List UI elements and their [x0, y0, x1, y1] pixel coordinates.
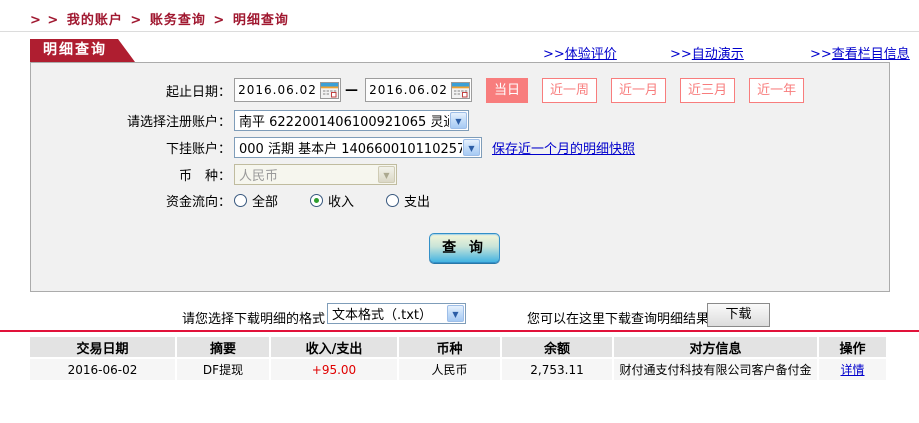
- radio-unchecked-icon[interactable]: [386, 193, 400, 207]
- fund-flow-option-expense-label: 支出: [404, 194, 431, 210]
- currency-select: 人民币 ▼: [234, 163, 397, 185]
- cell-counterparty: 财付通支付科技有限公司客户备付金: [613, 357, 819, 380]
- chevron-down-icon[interactable]: ▼: [463, 139, 480, 156]
- quick-range-week-button[interactable]: 近一周: [542, 77, 598, 103]
- register-account-value: 南平 6222001406100921065 灵通卡: [239, 115, 449, 130]
- query-form-panel: 起止日期： 2016.06.02 — 2016.06.02 当日 近一周 近一月…: [30, 62, 890, 292]
- chevron-down-icon[interactable]: ▼: [450, 112, 467, 129]
- download-format-label: 请您选择下载明细的格式: [182, 312, 326, 327]
- download-button[interactable]: 下载: [707, 303, 770, 327]
- cell-summary: DF提现: [176, 357, 271, 380]
- end-date-input[interactable]: 2016.06.02: [365, 78, 472, 102]
- quick-range-quarter-button[interactable]: 近三月: [680, 77, 736, 103]
- chevron-down-icon: ▼: [378, 165, 395, 183]
- sub-account-select[interactable]: 000 活期 基本户 1406600101102571848 ▼: [234, 137, 482, 158]
- transaction-table: 交易日期 摘要 收入/支出 币种 余额 对方信息 操作 2016-06-02 D…: [30, 337, 886, 380]
- fund-flow-row: 资金流向： 全部 收入 支出: [31, 190, 430, 210]
- quick-range-year-button[interactable]: 近一年: [749, 77, 805, 103]
- breadcrumb-divider: [0, 31, 919, 32]
- breadcrumb: > > 我的账户 > 账务查询 > 明细查询: [30, 9, 291, 28]
- link-arrows: >>: [670, 47, 692, 62]
- cell-balance: 2,753.11: [501, 357, 614, 380]
- cell-date: 2016-06-02: [30, 357, 177, 380]
- date-range-row: 起止日期： 2016.06.02 — 2016.06.02 当日 近一周 近一月…: [31, 77, 805, 103]
- fund-flow-option-income-label: 收入: [328, 194, 355, 210]
- sub-account-label: 下挂账户：: [165, 142, 231, 157]
- cell-amount: +95.00: [270, 357, 399, 380]
- breadcrumb-item-my-account[interactable]: 我的账户: [67, 13, 123, 28]
- cell-action: 详情: [818, 357, 886, 380]
- tab-detail-query: 明细查询: [30, 39, 135, 62]
- sub-account-row: 下挂账户： 000 活期 基本户 1406600101102571848 ▼ 保…: [31, 136, 635, 159]
- col-header-amount: 收入/支出: [270, 337, 399, 358]
- fund-flow-label: 资金流向：: [165, 194, 231, 210]
- currency-value: 人民币: [239, 168, 279, 184]
- col-header-counterparty: 对方信息: [613, 337, 819, 358]
- sub-account-value: 000 活期 基本户 1406600101102571848: [239, 142, 462, 157]
- table-header-row: 交易日期 摘要 收入/支出 币种 余额 对方信息 操作: [30, 337, 886, 358]
- fund-flow-option-income[interactable]: 收入: [310, 191, 354, 210]
- end-date-value: 2016.06.02: [369, 83, 448, 97]
- register-account-row: 请选择注册账户： 南平 6222001406100921065 灵通卡 ▼: [31, 109, 469, 132]
- col-header-summary: 摘要: [176, 337, 271, 358]
- register-account-select[interactable]: 南平 6222001406100921065 灵通卡 ▼: [234, 110, 469, 131]
- calendar-icon[interactable]: [320, 81, 339, 99]
- currency-label: 币 种：: [178, 168, 231, 184]
- cell-currency: 人民币: [398, 357, 502, 380]
- quick-range-today-button[interactable]: 当日: [486, 77, 529, 103]
- table-row: 2016-06-02 DF提现 +95.00 人民币 2,753.11 财付通支…: [30, 357, 886, 380]
- link-arrows: >>: [543, 47, 565, 62]
- chevron-down-icon[interactable]: ▼: [447, 305, 464, 322]
- download-result-label: 您可以在这里下载查询明细结果: [527, 312, 710, 327]
- save-snapshot-link[interactable]: 保存近一个月的明细快照: [492, 138, 635, 157]
- fund-flow-option-all[interactable]: 全部: [234, 191, 278, 210]
- download-format-value: 文本格式（.txt）: [332, 308, 433, 323]
- link-auto-demo[interactable]: >>自动演示: [670, 43, 744, 62]
- currency-row: 币 种： 人民币 ▼: [31, 163, 397, 185]
- breadcrumb-separator: >: [213, 13, 226, 28]
- link-view-column-info[interactable]: >>查看栏目信息: [810, 43, 910, 62]
- date-range-label: 起止日期：: [165, 84, 231, 100]
- start-date-value: 2016.06.02: [238, 83, 317, 97]
- start-date-input[interactable]: 2016.06.02: [234, 78, 341, 102]
- fund-flow-option-expense[interactable]: 支出: [386, 191, 430, 210]
- radio-unchecked-icon[interactable]: [234, 193, 247, 207]
- breadcrumb-separator: >: [130, 13, 143, 28]
- breadcrumb-prefix: > >: [30, 13, 60, 28]
- fund-flow-option-all-label: 全部: [252, 194, 279, 210]
- link-arrows: >>: [810, 47, 832, 62]
- breadcrumb-item-detail-query[interactable]: 明细查询: [233, 13, 289, 28]
- query-button[interactable]: 查 询: [429, 233, 500, 263]
- detail-query-page: > > 我的账户 > 账务查询 > 明细查询 明细查询 >>体验评价 >>自动演…: [0, 0, 919, 423]
- detail-link[interactable]: 详情: [840, 363, 864, 377]
- register-account-label: 请选择注册账户：: [126, 115, 231, 130]
- quick-range-month-button[interactable]: 近一月: [611, 77, 667, 103]
- radio-checked-icon[interactable]: [310, 193, 324, 207]
- breadcrumb-item-account-query[interactable]: 账务查询: [150, 13, 206, 28]
- calendar-icon[interactable]: [451, 81, 470, 99]
- table-top-divider: [0, 330, 919, 332]
- link-experience-rating[interactable]: >>体验评价: [543, 43, 617, 62]
- download-format-select[interactable]: 文本格式（.txt） ▼: [327, 303, 466, 324]
- col-header-balance: 余额: [501, 337, 614, 358]
- col-header-date: 交易日期: [30, 337, 177, 358]
- date-range-dash: —: [345, 82, 358, 98]
- col-header-action: 操作: [818, 337, 886, 358]
- col-header-currency: 币种: [398, 337, 502, 358]
